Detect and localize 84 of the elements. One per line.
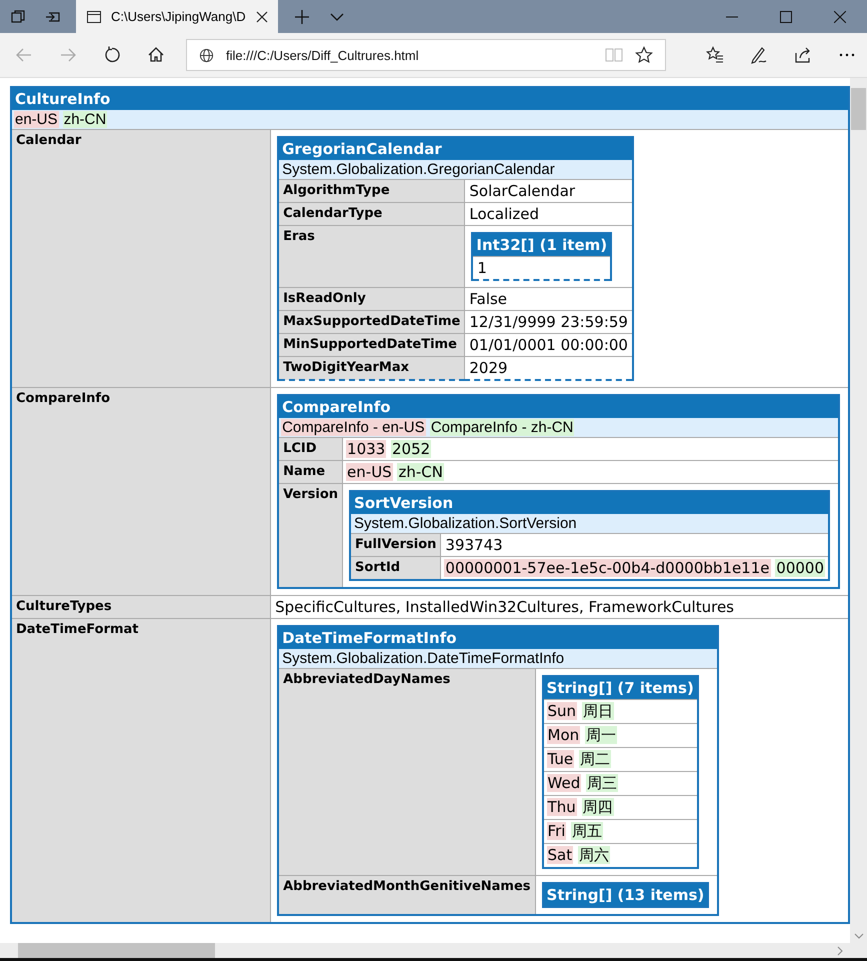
value-text: SolarCalendar (468, 182, 576, 200)
value-text: 2052 (391, 440, 432, 458)
home-icon[interactable] (147, 46, 165, 64)
table-header: DateTimeFormatInfo (278, 626, 718, 649)
value-text: 00000 (775, 559, 825, 577)
value-text: 1033 (346, 440, 386, 458)
property-label: Calendar (11, 130, 271, 388)
property-label: FullVersion (350, 534, 441, 556)
property-label: AlgorithmType (278, 180, 465, 202)
value-text: 周三 (586, 774, 618, 792)
property-label: CalendarType (278, 202, 465, 226)
table-header: CompareInfo (278, 395, 839, 418)
table-header: Int32[] (1 item) (472, 233, 612, 256)
value-text: en-US (346, 463, 393, 481)
browser-tab[interactable]: C:\Users\JipingWang\D (76, 0, 278, 33)
vertical-scrollbar[interactable] (850, 78, 867, 943)
value-text: zh-CN (62, 111, 108, 128)
value-text: Wed (546, 774, 582, 792)
value-text: 01/01/0001 00:00:00 (468, 336, 629, 354)
value-text: Thu (546, 798, 577, 816)
pen-icon[interactable] (750, 46, 768, 64)
value-text: SpecificCultures, InstalledWin32Cultures, FrameworkCultures (274, 598, 735, 616)
property-label: Version (278, 484, 343, 588)
value-text: Fri (546, 822, 566, 840)
chevron-right-icon[interactable] (837, 946, 843, 956)
property-label: DateTimeFormat (11, 618, 271, 923)
property-label: Eras (278, 226, 465, 288)
property-label: CompareInfo (11, 388, 271, 596)
property-label: Name (278, 460, 343, 484)
scrollbar-thumb[interactable] (851, 88, 866, 130)
value-text: False (468, 290, 508, 308)
value-text: CompareInfo - zh-CN (430, 419, 574, 436)
chevron-down-icon[interactable] (854, 933, 864, 939)
value-text: Sun (546, 702, 578, 720)
value-text: 周二 (578, 750, 611, 768)
page-icon (86, 8, 102, 24)
value-text: 2029 (468, 359, 509, 377)
url-text: file:///C:/Users/Diff_Cultrures.html (226, 48, 419, 62)
property-label: SortId (350, 556, 441, 580)
favorites-icon[interactable] (706, 46, 724, 64)
value-text: en-US (14, 111, 59, 128)
value-text: 1 (476, 259, 488, 277)
property-label: AbbreviatedMonthGenitiveNames (278, 876, 536, 915)
table-header: SortVersion (350, 491, 829, 514)
value-text: CompareInfo - en-US (281, 419, 426, 436)
value-text: Tue (546, 750, 574, 768)
value-text: System.Globalization.DateTimeFormatInfo (281, 650, 566, 667)
value-text: 00000001-57ee-1e5c-00b4-d0000bb1e11e (444, 559, 770, 577)
value-text: 周五 (571, 822, 604, 840)
value-text: zh-CN (397, 463, 444, 481)
close-icon[interactable] (256, 10, 268, 22)
horizontal-scrollbar[interactable] (0, 943, 867, 958)
address-bar[interactable]: file:///C:/Users/Diff_Cultrures.html (186, 39, 666, 71)
refresh-icon[interactable] (103, 46, 121, 64)
property-label: IsReadOnly (278, 288, 465, 310)
value-text: System.Globalization.GregorianCalendar (281, 161, 556, 178)
scrollbar-thumb[interactable] (18, 943, 215, 958)
value-text: 393743 (444, 536, 504, 554)
value-text: Mon (546, 726, 580, 744)
value-text: Localized (468, 205, 540, 223)
property-label: CultureTypes (11, 596, 271, 618)
value-text: 周四 (582, 798, 614, 816)
property-label: LCID (278, 438, 343, 460)
property-label: MaxSupportedDateTime (278, 310, 465, 334)
value-text: 周六 (578, 846, 610, 864)
table-header: CultureInfo (11, 87, 849, 110)
share-icon[interactable] (794, 46, 812, 64)
maximize-icon[interactable] (780, 10, 792, 22)
table-header: GregorianCalendar (278, 137, 633, 160)
property-label: TwoDigitYearMax (278, 356, 465, 380)
value-text: 周日 (582, 702, 614, 720)
star-icon[interactable] (635, 46, 653, 64)
value-text: 周一 (584, 726, 617, 744)
value-text: System.Globalization.SortVersion (353, 515, 578, 532)
globe-icon (199, 48, 214, 62)
new-tab-icon[interactable] (294, 8, 310, 24)
value-text: 12/31/9999 23:59:59 (468, 313, 629, 331)
table-header: String[] (7 items) (542, 676, 698, 700)
value-text: Sat (546, 846, 574, 864)
table-header: String[] (13 items) (542, 883, 708, 907)
property-label: AbbreviatedDayNames (278, 668, 536, 876)
tabs-icon[interactable] (10, 8, 26, 24)
tab-title: C:\Users\JipingWang\D (111, 9, 247, 24)
property-label: MinSupportedDateTime (278, 334, 465, 356)
